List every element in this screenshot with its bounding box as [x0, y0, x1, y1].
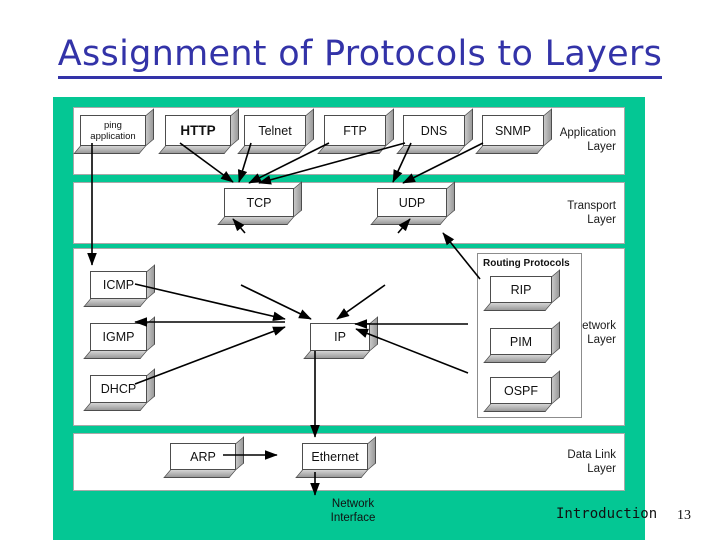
box-face: OSPF — [490, 377, 552, 404]
box-face: RIP — [490, 276, 552, 303]
protocol-label-dns: DNS — [420, 123, 448, 138]
box-side-right — [147, 368, 155, 403]
protocol-box-http[interactable]: HTTP — [158, 108, 239, 154]
box-face: HTTP — [165, 115, 231, 146]
box-side-bottom — [217, 217, 294, 225]
protocol-box-arp[interactable]: ARP — [163, 436, 244, 478]
box-face: ICMP — [90, 271, 147, 299]
transport-layer-panel: Transport Layer TCP UDP — [73, 181, 625, 244]
footer-page-number: 13 — [677, 508, 691, 523]
network-layer-panel: Network Layer ICMP IGMP DHCP IP Routing … — [73, 248, 625, 426]
box-face: Ethernet — [302, 443, 368, 470]
protocol-label-dhcp: DHCP — [100, 382, 137, 396]
box-side-right — [294, 181, 302, 217]
protocol-label-pim: PIM — [509, 334, 533, 349]
box-side-bottom — [237, 146, 306, 154]
protocol-label-tcp: TCP — [246, 195, 272, 210]
routing-protocols-group: Routing Protocols RIP PIM OSPF — [477, 253, 582, 418]
datalink-layer-label: Data Link Layer — [567, 449, 616, 475]
box-face: IP — [310, 323, 370, 351]
protocol-label-ip: IP — [334, 330, 346, 344]
box-face: TCP — [224, 188, 294, 217]
datalink-layer-panel: Data Link Layer ARP Ethernet — [73, 433, 625, 491]
box-side-right — [447, 181, 455, 217]
transport-layer-label: Transport Layer — [567, 200, 616, 226]
box-face: FTP — [324, 115, 386, 146]
protocol-box-dhcp[interactable]: DHCP — [83, 368, 155, 411]
box-side-bottom — [158, 146, 231, 154]
box-face: DNS — [403, 115, 465, 146]
box-face: SNMP — [482, 115, 544, 146]
box-side-bottom — [83, 351, 147, 359]
protocol-label-igmp: IGMP — [102, 330, 135, 344]
protocol-box-snmp[interactable]: SNMP — [475, 108, 552, 154]
protocol-stack-diagram: Application Layer ping application HTTP … — [53, 97, 645, 540]
protocol-label-icmp: ICMP — [102, 278, 135, 292]
page-title-text: Assignment of Protocols to Layers — [57, 34, 663, 79]
protocol-label-ethernet: Ethernet — [311, 449, 359, 464]
box-side-bottom — [475, 146, 544, 154]
box-face: IGMP — [90, 323, 147, 351]
protocol-box-dns[interactable]: DNS — [396, 108, 473, 154]
protocol-box-tcp[interactable]: TCP — [217, 181, 302, 225]
protocol-label-snmp: SNMP — [494, 123, 532, 138]
box-side-bottom — [303, 351, 370, 359]
box-side-right — [386, 108, 394, 146]
box-side-right — [552, 370, 560, 404]
box-side-right — [231, 108, 239, 146]
box-side-bottom — [483, 404, 552, 412]
box-side-bottom — [483, 303, 552, 311]
application-layer-label: Application Layer — [559, 127, 616, 153]
box-face: ping application — [80, 115, 146, 146]
protocol-label-http: HTTP — [180, 122, 216, 138]
box-face: ARP — [170, 443, 236, 470]
protocol-box-ip[interactable]: IP — [303, 316, 378, 359]
protocol-label-ospf: OSPF — [503, 383, 539, 398]
protocol-box-telnet[interactable]: Telnet — [237, 108, 314, 154]
protocol-label-ftp: FTP — [343, 123, 367, 138]
routing-protocols-title: Routing Protocols — [483, 258, 570, 269]
protocol-box-udp[interactable]: UDP — [370, 181, 455, 225]
protocol-label-ping-application: ping application — [90, 119, 136, 142]
protocol-box-ospf[interactable]: OSPF — [483, 370, 560, 412]
protocol-label-telnet: Telnet — [258, 123, 292, 138]
protocol-box-ethernet[interactable]: Ethernet — [295, 436, 376, 478]
box-side-right — [306, 108, 314, 146]
box-side-right — [370, 316, 378, 351]
box-side-right — [552, 321, 560, 355]
protocol-label-arp: ARP — [190, 449, 216, 464]
box-side-bottom — [317, 146, 386, 154]
footer-subject: Introduction — [556, 506, 658, 522]
box-side-bottom — [483, 355, 552, 363]
box-side-right — [147, 264, 155, 299]
box-side-bottom — [163, 470, 236, 478]
box-side-right — [465, 108, 473, 146]
network-interface-label: Network Interface — [330, 498, 376, 524]
protocol-label-udp: UDP — [398, 195, 426, 210]
protocol-box-icmp[interactable]: ICMP — [83, 264, 155, 307]
protocol-box-ftp[interactable]: FTP — [317, 108, 394, 154]
protocol-box-pim[interactable]: PIM — [483, 321, 560, 363]
protocol-box-ping-application[interactable]: ping application — [73, 108, 154, 154]
box-side-bottom — [370, 217, 447, 225]
application-layer-panel: Application Layer ping application HTTP … — [73, 107, 625, 175]
protocol-box-rip[interactable]: RIP — [483, 269, 560, 311]
box-side-right — [368, 436, 376, 470]
box-side-right — [146, 108, 154, 146]
box-side-right — [236, 436, 244, 470]
box-side-bottom — [295, 470, 368, 478]
box-face: UDP — [377, 188, 447, 217]
box-face: DHCP — [90, 375, 147, 403]
box-face: Telnet — [244, 115, 306, 146]
box-side-right — [147, 316, 155, 351]
box-side-bottom — [73, 146, 146, 154]
box-face: PIM — [490, 328, 552, 355]
box-side-right — [552, 269, 560, 303]
box-side-bottom — [396, 146, 465, 154]
protocol-box-igmp[interactable]: IGMP — [83, 316, 155, 359]
box-side-bottom — [83, 403, 147, 411]
protocol-label-rip: RIP — [510, 282, 532, 297]
box-side-bottom — [83, 299, 147, 307]
page-title: Assignment of Protocols to Layers — [0, 34, 720, 79]
